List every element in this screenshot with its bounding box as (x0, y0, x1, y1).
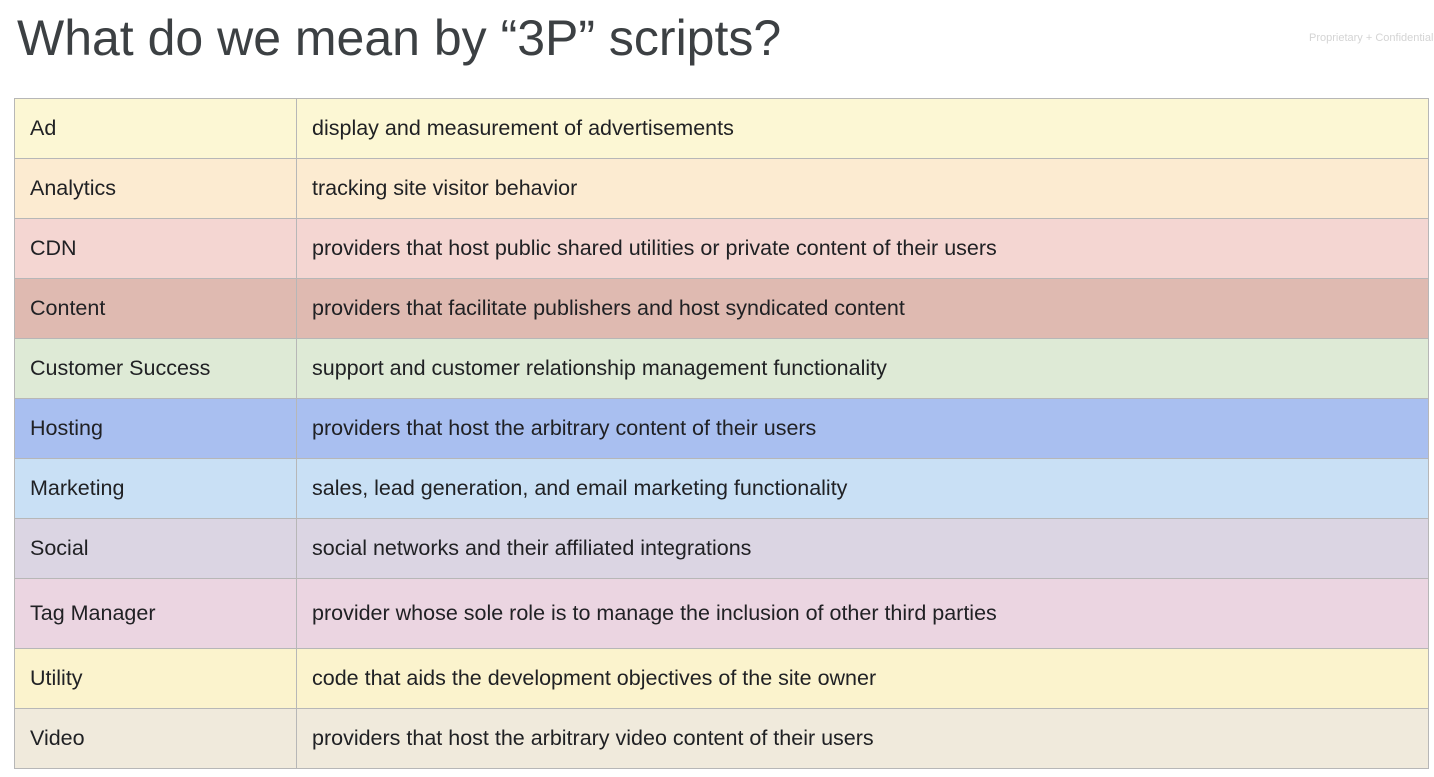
description-cell: tracking site visitor behavior (296, 158, 1429, 219)
table-row: Video providers that host the arbitrary … (14, 708, 1429, 769)
category-cell: Video (14, 708, 297, 769)
category-cell: Customer Success (14, 338, 297, 399)
slide-title: What do we mean by “3P” scripts? (17, 10, 782, 66)
category-cell: Utility (14, 648, 297, 709)
category-cell: CDN (14, 218, 297, 279)
table-row: Analytics tracking site visitor behavior (14, 158, 1429, 219)
table-row: Customer Success support and customer re… (14, 338, 1429, 399)
description-cell: providers that host the arbitrary video … (296, 708, 1429, 769)
table-row: Tag Manager provider whose sole role is … (14, 578, 1429, 649)
table-body: Ad display and measurement of advertisem… (14, 98, 1429, 769)
category-cell: Hosting (14, 398, 297, 459)
table-row: Utility code that aids the development o… (14, 648, 1429, 709)
category-cell: Analytics (14, 158, 297, 219)
description-cell: support and customer relationship manage… (296, 338, 1429, 399)
categories-table: Ad display and measurement of advertisem… (14, 98, 1429, 769)
table-row: Marketing sales, lead generation, and em… (14, 458, 1429, 519)
table-row: Social social networks and their affilia… (14, 518, 1429, 579)
category-cell: Tag Manager (14, 578, 297, 649)
table-row: Content providers that facilitate publis… (14, 278, 1429, 339)
confidential-label: Proprietary + Confidential (1309, 32, 1434, 44)
description-cell: providers that facilitate publishers and… (296, 278, 1429, 339)
category-cell: Marketing (14, 458, 297, 519)
description-cell: provider whose sole role is to manage th… (296, 578, 1429, 649)
categories-table-container: Ad display and measurement of advertisem… (14, 98, 1429, 769)
category-cell: Social (14, 518, 297, 579)
description-cell: code that aids the development objective… (296, 648, 1429, 709)
table-row: Ad display and measurement of advertisem… (14, 98, 1429, 159)
table-row: CDN providers that host public shared ut… (14, 218, 1429, 279)
description-cell: sales, lead generation, and email market… (296, 458, 1429, 519)
category-cell: Ad (14, 98, 297, 159)
description-cell: display and measurement of advertisement… (296, 98, 1429, 159)
description-cell: providers that host public shared utilit… (296, 218, 1429, 279)
description-cell: providers that host the arbitrary conten… (296, 398, 1429, 459)
description-cell: social networks and their affiliated int… (296, 518, 1429, 579)
category-cell: Content (14, 278, 297, 339)
table-row: Hosting providers that host the arbitrar… (14, 398, 1429, 459)
